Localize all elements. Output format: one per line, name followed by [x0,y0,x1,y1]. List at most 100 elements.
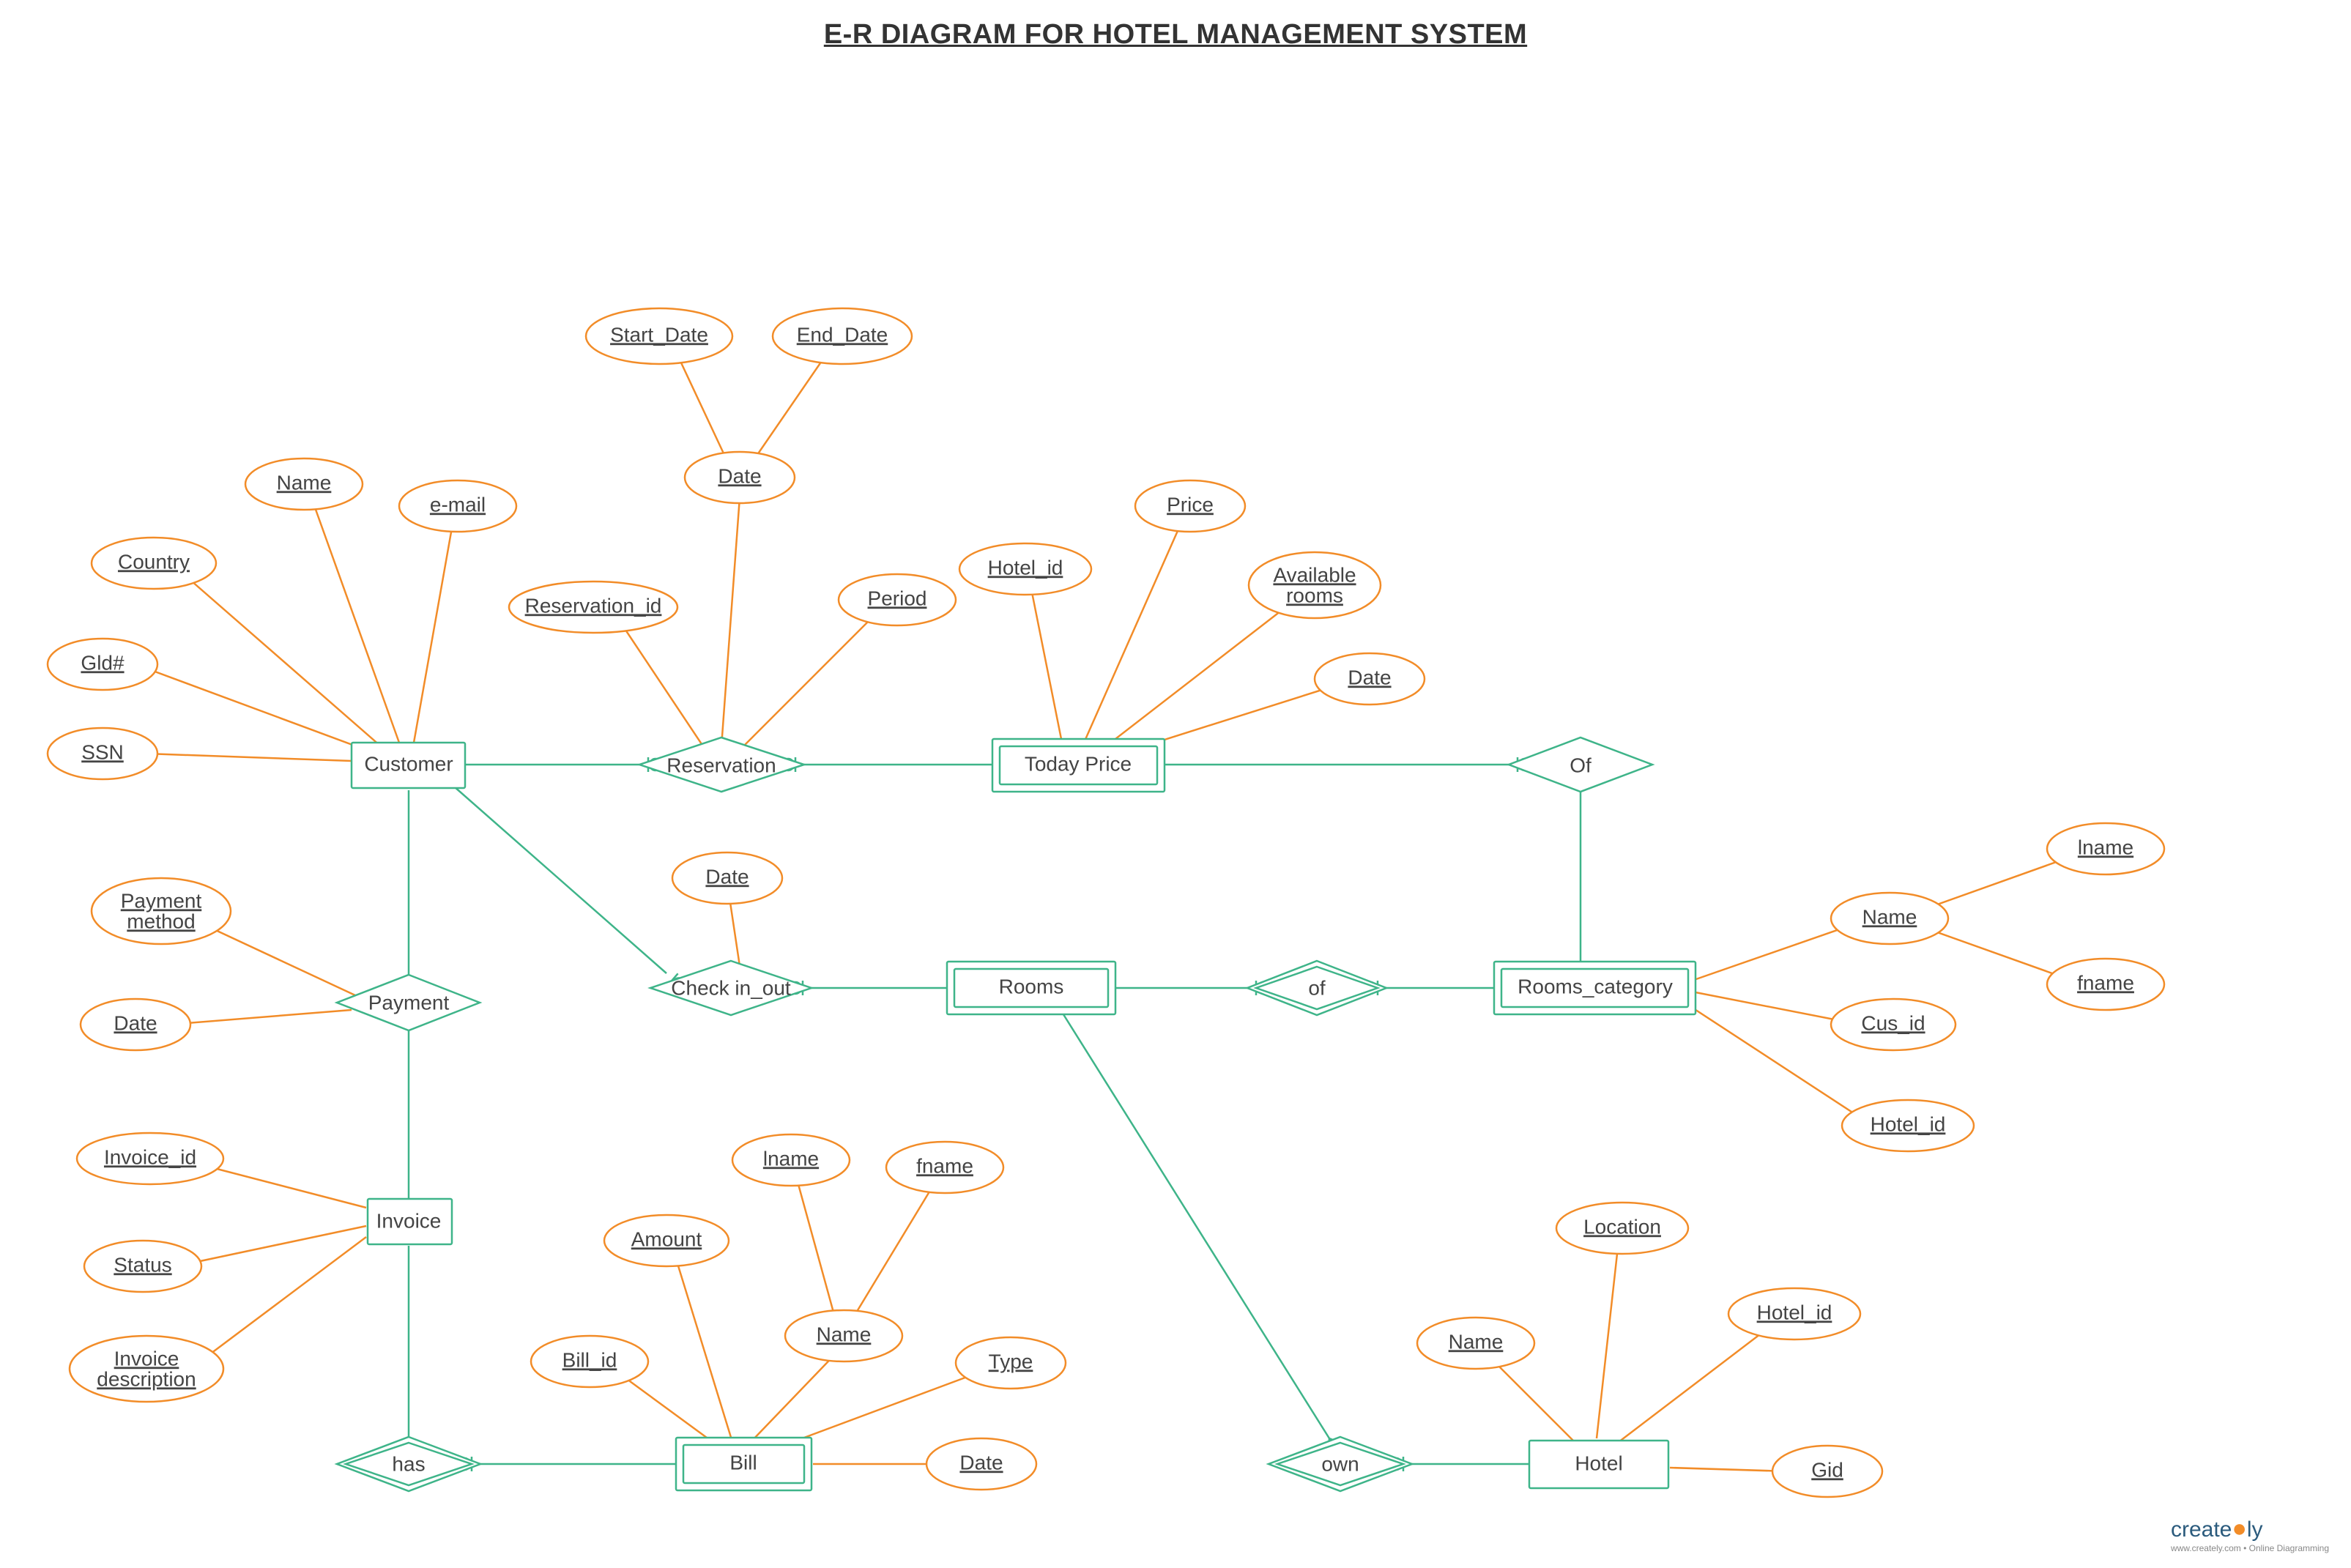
svg-text:Price: Price [1167,493,1214,516]
attr-status: Status [84,1241,201,1292]
svg-text:Hotel_id: Hotel_id [988,556,1063,579]
svg-text:Invoice_id: Invoice_id [104,1145,196,1168]
diagram-title: E-R DIAGRAM FOR HOTEL MANAGEMENT SYSTEM [0,0,2351,51]
svg-text:Customer: Customer [364,752,453,775]
conn-hotelid-tp [1029,578,1062,743]
conn-lname-rc [1919,856,2073,911]
attr-date-bill: Date [926,1438,1036,1490]
attr-name-h: Name [1417,1318,1534,1369]
entity-today-price: Today Price [992,739,1165,792]
er-diagram: Customer Today Price Rooms Rooms_categor… [0,51,2351,1568]
conn-amount [674,1252,732,1442]
attr-cusid: Cus_id [1831,999,1956,1050]
attr-name-rc: Name [1831,893,1948,944]
svg-text:Cus_id: Cus_id [1861,1011,1925,1034]
attr-name-bill: Name [785,1310,902,1361]
svg-text:Period: Period [868,587,927,609]
rel-of-top: Of [1509,737,1652,792]
attr-resid: Reservation_id [509,582,677,633]
attr-gld: Gld# [48,639,157,690]
attr-paymethod: Paymentmethod [92,878,231,944]
attr-hotelid-tp: Hotel_id [959,543,1091,595]
svg-text:Hotel_id: Hotel_id [1871,1112,1946,1135]
conn-avail [1106,596,1300,746]
attr-country: Country [92,538,216,589]
attr-ssn: SSN [48,728,157,779]
conn-name [311,497,399,743]
conn-period [740,607,883,750]
svg-text:Type: Type [989,1350,1033,1372]
attr-lname-bill: lname [732,1134,850,1186]
conn-status [176,1226,366,1266]
svg-text:Date: Date [1348,666,1391,688]
attr-invdesc: Invoicedescription [70,1336,223,1402]
svg-text:Payment: Payment [368,991,450,1014]
svg-text:Reservation: Reservation [666,754,776,776]
entity-rooms: Rooms [947,962,1115,1014]
attr-invoiceid: Invoice_id [77,1133,223,1184]
svg-text:Gld#: Gld# [81,651,125,674]
conn-hotelid-h [1619,1325,1772,1442]
attr-name-cust: Name [245,458,363,510]
conn-price [1084,519,1183,743]
conn-location [1597,1241,1619,1438]
attr-date-tp: Date [1315,653,1425,705]
svg-text:Gid: Gid [1811,1458,1843,1481]
conn-resid [615,614,703,746]
svg-text:of: of [1308,976,1326,999]
svg-text:Rooms: Rooms [999,975,1064,997]
svg-text:Invoice: Invoice [114,1347,179,1370]
attr-amount: Amount [604,1215,729,1266]
conn-country [179,571,381,746]
svg-text:own: own [1321,1452,1359,1475]
svg-text:Payment: Payment [121,889,202,912]
entity-customer: Customer [352,743,465,788]
attr-fname-rc: fname [2047,959,2164,1010]
svg-text:Name: Name [1449,1330,1504,1353]
svg-text:Date: Date [959,1451,1003,1474]
svg-text:method: method [127,910,195,932]
svg-text:Country: Country [118,550,190,573]
conn-date-res [721,497,740,746]
attr-email: e-mail [399,480,516,532]
entity-bill: Bill [676,1438,811,1490]
attr-gid: Gid [1772,1446,1882,1497]
attr-type: Type [956,1337,1066,1389]
attr-hotelid-h: Hotel_id [1728,1288,1860,1340]
conn-name-rc [1692,922,1860,981]
svg-text:Check in_out: Check in_out [671,976,791,999]
svg-text:Amount: Amount [631,1227,702,1250]
svg-text:Name: Name [277,471,332,494]
conn-date-pay [168,1010,352,1025]
attr-date-res: Date [685,452,795,503]
svg-text:SSN: SSN [81,740,124,763]
svg-text:Bill_id: Bill_id [562,1348,617,1371]
svg-text:Available: Available [1273,563,1356,586]
conn-enddate [751,347,831,464]
svg-text:Date: Date [114,1011,157,1034]
svg-text:Hotel: Hotel [1575,1452,1622,1474]
attr-billid: Bill_id [531,1336,648,1387]
svg-text:rooms: rooms [1286,584,1343,606]
attr-lname-rc: lname [2047,823,2164,874]
rel-reservation: Reservation [639,737,804,792]
attr-period: Period [839,574,956,625]
svg-text:Date: Date [718,464,761,487]
conn-fname-rc [1919,926,2073,981]
entity-hotel: Hotel [1529,1441,1668,1488]
svg-text:has: has [392,1452,425,1475]
svg-text:Name: Name [1862,905,1917,928]
conn-ssn [146,754,352,761]
svg-text:lname: lname [763,1147,819,1170]
svg-text:description: description [97,1367,196,1390]
attr-start: Start_Date [586,308,732,364]
rel-of-mid: of [1247,961,1386,1015]
entity-invoice: Invoice [368,1199,452,1244]
attr-price: Price [1135,480,1245,532]
rel-own: own [1269,1437,1412,1491]
attr-fname-bill: fname [886,1142,1003,1193]
conn-gid [1670,1468,1787,1471]
attr-avail: Availablerooms [1249,552,1381,618]
svg-text:End_Date: End_Date [797,323,888,346]
svg-text:Date: Date [705,865,749,888]
